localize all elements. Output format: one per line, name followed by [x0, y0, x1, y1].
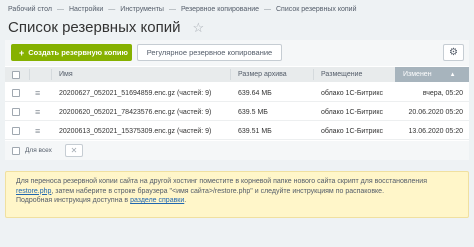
select-all-checkbox-cell [12, 67, 20, 82]
create-backup-label: Создать резервную копию [28, 48, 128, 57]
breadcrumb-separator: — [108, 5, 116, 13]
backup-name: 20200620_052021_78423576.enc.gz (частей:… [59, 108, 212, 116]
row-checkbox-cell [12, 122, 20, 140]
info-line-3-suffix: . [184, 197, 187, 204]
breadcrumb-item[interactable]: Рабочий стол [8, 6, 52, 13]
for-all-checkbox-cell: Для всех [12, 141, 52, 160]
breadcrumb-separator: — [264, 5, 271, 13]
column-header-size[interactable]: Размер архива [238, 67, 287, 82]
backup-name: 20200627_052021_51694859.enc.gz (частей:… [59, 89, 212, 97]
info-line-2-text: , затем наберите в строке браузера "<имя… [51, 187, 385, 195]
backup-location: облако 1С-Битрикс [321, 108, 383, 116]
for-all-label: Для всех [25, 147, 52, 154]
for-all-checkbox[interactable] [12, 146, 20, 155]
row-checkbox-cell [12, 84, 20, 102]
backup-modified: 13.06.2020 05:20 [408, 127, 464, 135]
row-menu-icon[interactable]: ≡ [35, 122, 40, 140]
table-row[interactable]: ≡ 20200627_052021_51694859.enc.gz (часте… [5, 84, 469, 102]
backup-list-panel: + Создать резервную копию Регулярное рез… [5, 40, 469, 160]
column-divider [51, 69, 52, 80]
backup-modified: 20.06.2020 05:20 [408, 108, 464, 116]
row-checkbox[interactable] [12, 89, 20, 97]
column-divider [230, 69, 231, 80]
info-line-2: restore.php, затем наберите в строке бра… [16, 187, 458, 197]
page-title: Список резервных копий [8, 18, 181, 36]
create-backup-button[interactable]: + Создать резервную копию [11, 44, 132, 61]
sort-asc-icon: ▲ [449, 71, 456, 78]
row-checkbox[interactable] [12, 127, 20, 135]
table-row[interactable]: ≡ 20200620_052021_78423576.enc.gz (часте… [5, 103, 469, 121]
backup-size: 639.5 МБ [238, 108, 268, 116]
row-menu-icon[interactable]: ≡ [35, 103, 40, 121]
column-header-modified[interactable]: Изменен ▲ [395, 67, 469, 82]
backup-size: 639.51 МБ [238, 127, 272, 135]
column-divider [313, 69, 314, 80]
backup-modified: вчера, 05:20 [422, 89, 463, 97]
column-divider [29, 69, 30, 80]
column-header-location[interactable]: Размещение [321, 67, 362, 82]
breadcrumb-separator: — [168, 5, 176, 13]
row-checkbox-cell [12, 103, 20, 121]
backup-name: 20200613_052021_15375309.enc.gz (частей:… [59, 127, 212, 135]
breadcrumb: Рабочий стол — Настройки — Инструменты —… [8, 3, 357, 15]
info-line-3: Подробная инструкция доступна в разделе … [16, 196, 458, 206]
info-line-1: Для переноса резервной копии сайта на др… [16, 178, 427, 185]
row-menu-icon[interactable]: ≡ [35, 84, 40, 102]
breadcrumb-item[interactable]: Настройки [69, 6, 103, 13]
backup-location: облако 1С-Битрикс [321, 127, 383, 135]
backup-location: облако 1С-Битрикс [321, 89, 383, 97]
table-row[interactable]: ≡ 20200613_052021_15375309.enc.gz (часте… [5, 122, 469, 140]
gear-icon[interactable]: ⚙ [443, 44, 464, 61]
breadcrumb-item[interactable]: Инструменты [120, 6, 164, 13]
close-icon[interactable]: ✕ [65, 144, 83, 157]
breadcrumb-separator: — [56, 5, 64, 13]
regular-backup-button[interactable]: Регулярное резервное копирование [137, 44, 282, 61]
backup-size: 639.64 МБ [238, 89, 272, 97]
select-all-checkbox[interactable] [12, 70, 20, 79]
info-line-3-prefix: Подробная инструкция доступна в [16, 197, 131, 204]
plus-icon: + [19, 47, 25, 58]
help-section-link[interactable]: разделе справки [130, 197, 184, 204]
toolbar: + Создать резервную копию Регулярное рез… [5, 40, 469, 66]
table-header: Имя Размер архива Размещение Изменен ▲ [5, 67, 469, 82]
restore-php-link[interactable]: restore.php [16, 188, 51, 195]
column-header-modified-label: Изменен [403, 71, 432, 78]
table-footer: Для всех ✕ [5, 141, 469, 160]
title-row: Список резервных копий ☆ [8, 16, 204, 38]
row-checkbox[interactable] [12, 108, 20, 116]
breadcrumb-item[interactable]: Резервное копирование [181, 6, 259, 13]
star-icon[interactable]: ☆ [192, 21, 204, 34]
breadcrumb-current: Список резервных копий [276, 5, 357, 13]
restore-info-box: Для переноса резервной копии сайта на др… [5, 171, 469, 218]
column-header-name[interactable]: Имя [59, 67, 73, 82]
